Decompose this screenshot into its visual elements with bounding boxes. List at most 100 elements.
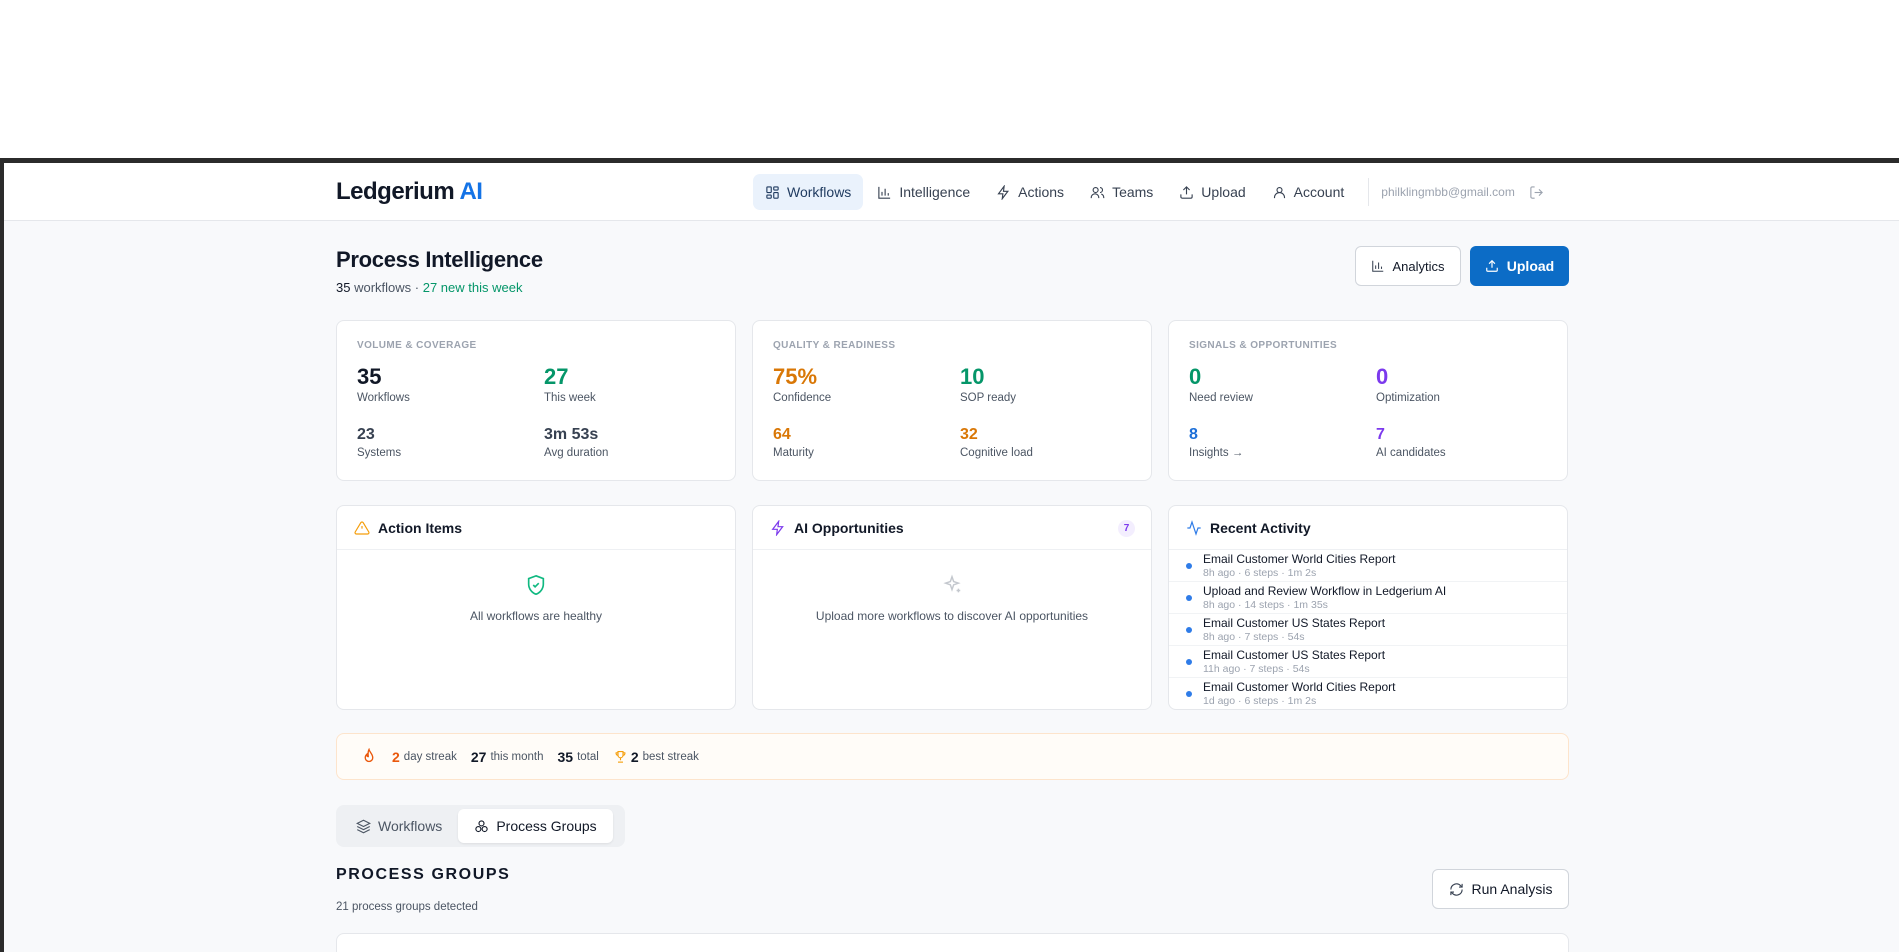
page-subtitle: 35 workflows · 27 new this week: [336, 280, 523, 295]
status-dot: [1186, 563, 1192, 569]
nav-label: Account: [1293, 184, 1345, 200]
action-items-header: Action Items: [337, 506, 735, 550]
logo[interactable]: Ledgerium AI: [336, 178, 483, 206]
card-title: AI Opportunities: [794, 519, 904, 536]
workflows-metric: 35 Workflows: [357, 364, 410, 404]
browser-frame: Ledgerium AI Workflows Intelligence Acti…: [0, 158, 1899, 952]
nav-label: Intelligence: [899, 184, 971, 200]
upload-icon: [1180, 185, 1193, 199]
activity-icon: [1187, 519, 1201, 536]
tab-process-groups[interactable]: Process Groups: [458, 809, 613, 843]
confidence-metric: 75% Confidence: [773, 364, 832, 404]
nav-divider: [1368, 178, 1370, 206]
activity-item[interactable]: Upload and Review Workflow in Ledgerium …: [1169, 582, 1567, 614]
main-nav: Workflows Intelligence Actions Teams Upl…: [753, 174, 1544, 210]
flame-icon: [364, 747, 374, 762]
card-label: QUALITY & READINESS: [773, 340, 896, 351]
lightning-icon: [997, 184, 1010, 200]
activity-item[interactable]: Email Customer US States Report 11h ago ·…: [1169, 646, 1567, 678]
page-title: Process Intelligence: [336, 247, 543, 272]
activity-item[interactable]: Email Customer World Cities Report 8h ago…: [1169, 550, 1567, 582]
status-dot: [1186, 595, 1192, 601]
tab-label: Workflows: [378, 818, 443, 834]
section-title: PROCESS GROUPS: [336, 866, 511, 883]
nav-workflows[interactable]: Workflows: [753, 174, 864, 210]
run-analysis-label: Run Analysis: [1471, 881, 1553, 897]
bar-chart-icon: [1372, 260, 1384, 272]
action-items-card: Action Items All workflows are healthy: [336, 505, 736, 710]
signals-opportunities-card: SIGNALS & OPPORTUNITIES 0 Need review 0 …: [1168, 320, 1568, 481]
logout-icon: [1530, 185, 1543, 199]
maturity-metric: 64 Maturity: [773, 426, 814, 459]
this-week-metric: 27 This week: [544, 364, 596, 404]
activity-item[interactable]: Email Customer World Cities Report 1d ago…: [1169, 678, 1567, 709]
ai-opportunities-card: AI Opportunities 7 Upload more workflows…: [752, 505, 1152, 710]
month-count: 27 this month: [470, 748, 544, 765]
status-dot: [1186, 627, 1192, 633]
user-email: philklingmbb@gmail.com: [1381, 185, 1515, 199]
run-analysis-button[interactable]: Run Analysis: [1432, 869, 1569, 909]
lightning-icon: [771, 519, 784, 536]
count-badge: 7: [1118, 520, 1135, 537]
recent-activity-header: Recent Activity: [1169, 506, 1567, 550]
nav-label: Actions: [1018, 184, 1065, 200]
shield-check-icon: [527, 574, 545, 596]
warning-icon: [354, 520, 370, 535]
empty-message: Upload more workflows to discover AI opp…: [815, 609, 1089, 623]
card-title: Recent Activity: [1210, 519, 1311, 536]
cognitive-load-metric: 32 Cognitive load: [960, 426, 1033, 459]
card-label: VOLUME & COVERAGE: [357, 340, 477, 351]
activity-list: Email Customer World Cities Report 8h ago…: [1169, 550, 1567, 709]
volume-coverage-card: VOLUME & COVERAGE 35 Workflows 27 This w…: [336, 320, 736, 481]
ai-candidates-metric[interactable]: 7 AI candidates: [1376, 425, 1446, 459]
refresh-icon: [1449, 882, 1463, 896]
nav-actions[interactable]: Actions: [984, 174, 1076, 210]
card-title: Action Items: [378, 519, 463, 536]
optimization-metric[interactable]: 0 Optimization: [1376, 364, 1440, 404]
quality-readiness-card: QUALITY & READINESS 75% Confidence 10 SO…: [752, 320, 1152, 481]
activity-item[interactable]: Email Customer US States Report 8h ago · …: [1169, 614, 1567, 646]
nav-intelligence[interactable]: Intelligence: [865, 174, 982, 210]
analytics-label: Analytics: [1392, 258, 1445, 274]
trophy-icon: [615, 750, 626, 763]
day-streak: 2 day streak: [392, 748, 457, 765]
analytics-button[interactable]: Analytics: [1355, 246, 1461, 286]
logout-button[interactable]: [1529, 185, 1544, 200]
blank-area: [0, 0, 1899, 158]
nav-teams[interactable]: Teams: [1078, 174, 1165, 210]
upload-label: Upload: [1506, 258, 1555, 274]
recent-activity-card: Recent Activity Email Customer World Cit…: [1168, 505, 1568, 710]
status-dot: [1186, 691, 1192, 697]
upload-icon: [1485, 259, 1498, 272]
best-streak: 2 best streak: [613, 749, 699, 765]
nav-label: Teams: [1112, 184, 1154, 200]
ai-opportunities-header: AI Opportunities 7: [753, 506, 1151, 550]
nav-account[interactable]: Account: [1260, 174, 1357, 210]
sop-ready-metric: 10 SOP ready: [960, 364, 1017, 404]
app-window: Ledgerium AI Workflows Intelligence Acti…: [4, 163, 1899, 952]
total-count: 35 total: [557, 748, 599, 765]
layers-icon: [356, 819, 371, 833]
bar-chart-icon: [878, 186, 891, 199]
insights-link[interactable]: 8 Insights →: [1189, 425, 1243, 459]
nav-label: Workflows: [787, 184, 852, 200]
tab-label: Process Groups: [496, 818, 597, 834]
upload-button[interactable]: Upload: [1470, 246, 1569, 286]
nav-upload[interactable]: Upload: [1167, 174, 1257, 210]
section-subtitle: 21 process groups detected: [336, 901, 478, 913]
streak-bar: 2 day streak 27 this month 35 total 2 best s…: [336, 733, 1569, 780]
process-groups-list: [336, 933, 1569, 952]
top-header: Ledgerium AI Workflows Intelligence Acti…: [4, 163, 1899, 221]
sparkle-icon: [943, 574, 961, 593]
users-icon: [1090, 186, 1105, 198]
view-tabs: Workflows Process Groups: [336, 805, 625, 847]
user-icon: [1273, 186, 1285, 198]
empty-message: All workflows are healthy: [469, 609, 603, 623]
nav-label: Upload: [1201, 184, 1246, 200]
boxes-icon: [475, 819, 488, 832]
tab-workflows[interactable]: Workflows: [340, 809, 458, 843]
card-label: SIGNALS & OPPORTUNITIES: [1189, 340, 1338, 351]
need-review-metric[interactable]: 0 Need review: [1189, 364, 1253, 404]
grid-icon: [766, 185, 779, 199]
avg-duration-metric: 3m 53s Avg duration: [544, 426, 609, 459]
